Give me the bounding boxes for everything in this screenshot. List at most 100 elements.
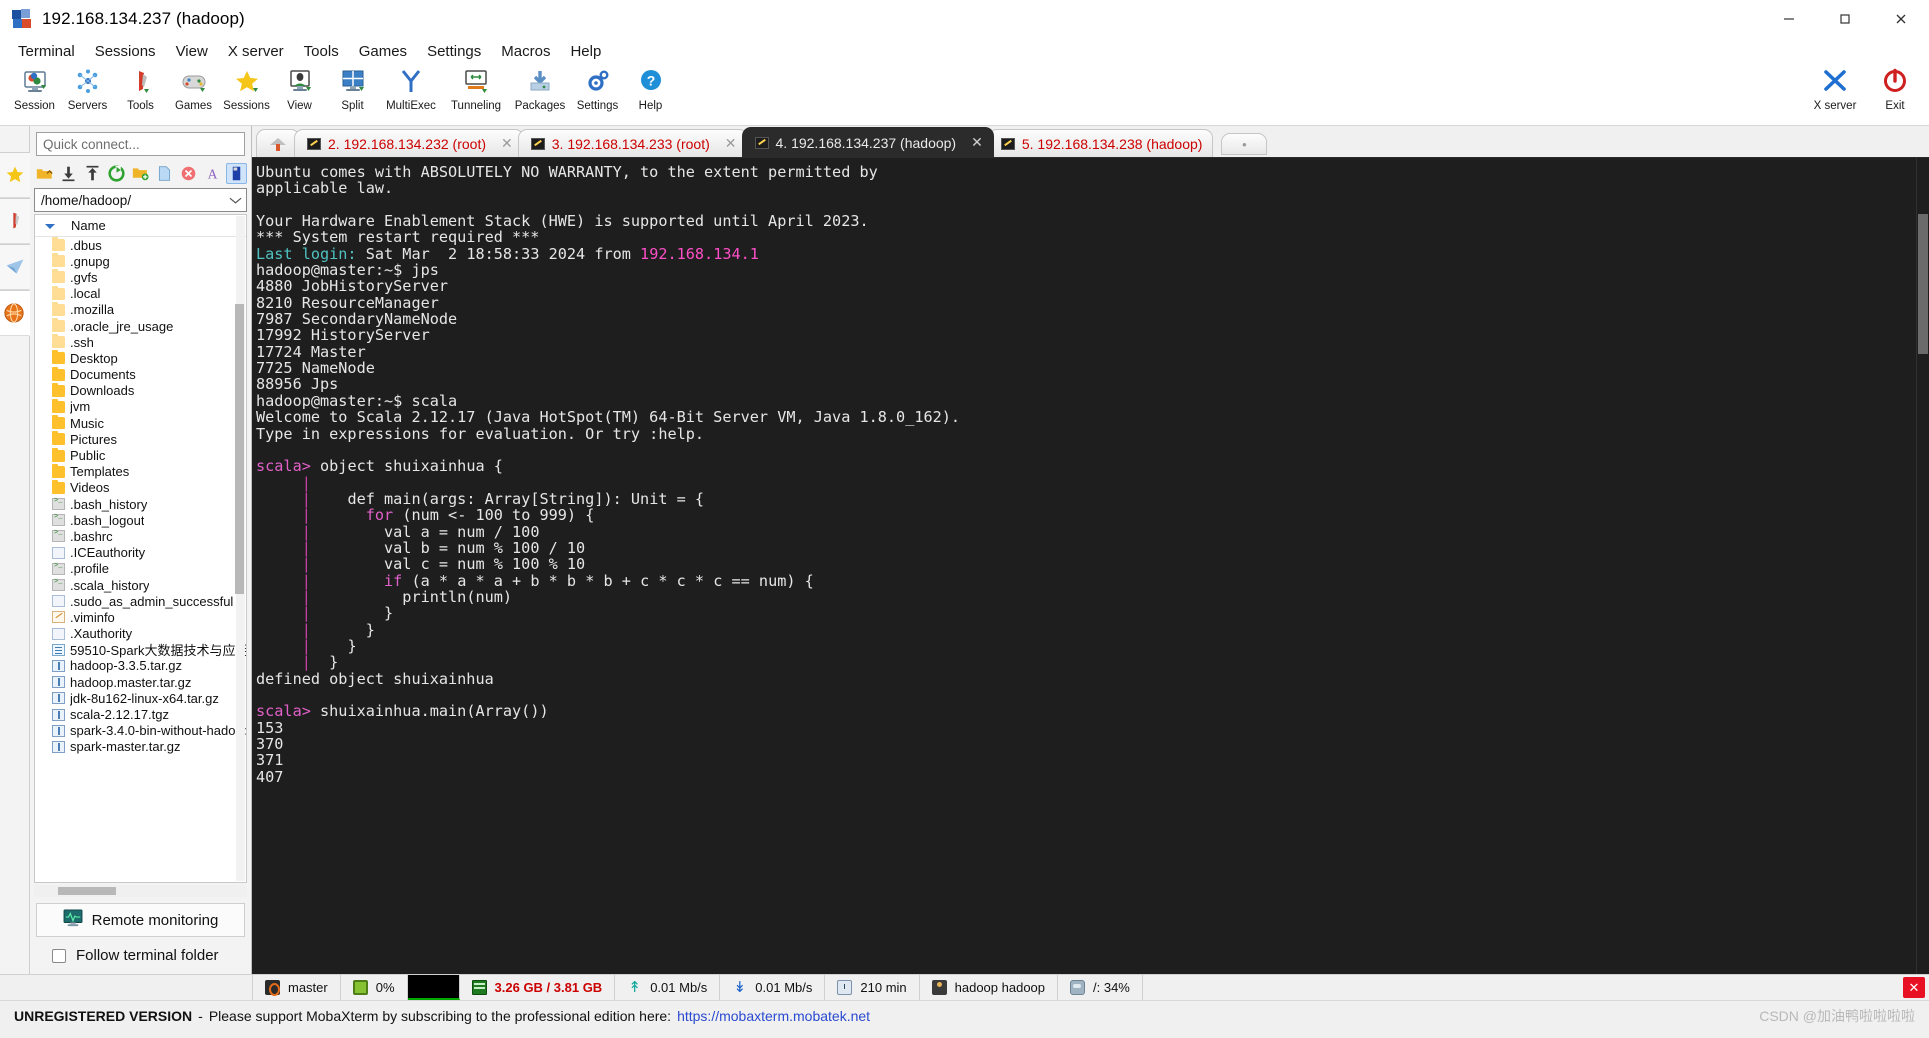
terminal-scrollbar[interactable] xyxy=(1916,158,1929,974)
toolbar-sessions-button[interactable]: Sessions xyxy=(220,64,273,124)
menu-x-server[interactable]: X server xyxy=(218,41,294,62)
toolbar-settings-button[interactable]: Settings xyxy=(571,64,624,124)
status-host[interactable]: master xyxy=(252,975,341,1000)
file-list-item[interactable]: .Xauthority xyxy=(35,626,246,642)
tab-session-2[interactable]: 2. 192.168.134.232 (root) ✕ xyxy=(294,129,524,157)
toolbar-tunneling-button[interactable]: Tunneling xyxy=(443,64,509,124)
tab-session-5[interactable]: 5. 192.168.134.238 (hadoop) xyxy=(988,129,1214,157)
path-bar[interactable]: /home/hadoop/ xyxy=(34,188,247,212)
file-list-item[interactable]: .mozilla xyxy=(35,302,246,318)
file-list-item[interactable]: spark-master.tar.gz xyxy=(35,739,246,755)
rail-tab-sftp[interactable] xyxy=(0,244,30,290)
maximize-button[interactable] xyxy=(1817,0,1873,38)
file-list-item[interactable]: Templates xyxy=(35,464,246,480)
follow-terminal-folder-row[interactable]: Follow terminal folder xyxy=(30,943,251,974)
file-list-item[interactable]: Pictures xyxy=(35,431,246,447)
file-list-item[interactable]: jvm xyxy=(35,399,246,415)
file-list-item[interactable]: Documents xyxy=(35,367,246,383)
toolbar-games-button[interactable]: Games xyxy=(167,64,220,124)
menu-tools[interactable]: Tools xyxy=(294,41,349,62)
tab-session-4[interactable]: 4. 192.168.134.237 (hadoop) ✕ xyxy=(742,127,994,157)
file-list-header[interactable]: Name xyxy=(35,215,246,237)
status-download[interactable]: ↡ 0.01 Mb/s xyxy=(720,975,825,1000)
new-tab-button[interactable]: • xyxy=(1221,133,1267,155)
file-list-scroll-thumb[interactable] xyxy=(235,304,244,594)
menu-sessions[interactable]: Sessions xyxy=(85,41,166,62)
file-list-item[interactable]: .dbus xyxy=(35,237,246,253)
file-list-item[interactable]: .profile xyxy=(35,561,246,577)
rail-tab-favorites[interactable] xyxy=(0,152,30,198)
new-file-icon[interactable] xyxy=(154,163,175,184)
file-list-item[interactable]: .gnupg xyxy=(35,253,246,269)
refresh-icon[interactable] xyxy=(106,163,127,184)
terminal-scroll-thumb[interactable] xyxy=(1918,214,1928,354)
toolbar-session-button[interactable]: Session xyxy=(8,64,61,124)
close-button[interactable] xyxy=(1873,0,1929,38)
toolbar-xserver-button[interactable]: X server xyxy=(1805,64,1865,124)
rail-tab-tools[interactable] xyxy=(0,198,30,244)
file-list-item[interactable]: .oracle_jre_usage xyxy=(35,318,246,334)
status-cpu[interactable]: 0% xyxy=(341,975,408,1000)
status-upload[interactable]: ↟ 0.01 Mb/s xyxy=(615,975,720,1000)
status-uptime[interactable]: 210 min xyxy=(825,975,919,1000)
rail-tab-browser[interactable] xyxy=(0,290,30,336)
mobaxterm-link[interactable]: https://mobaxterm.mobatek.net xyxy=(677,1008,870,1024)
upload-parent-folder-icon[interactable] xyxy=(34,163,55,184)
toolbar-help-button[interactable]: ? Help xyxy=(624,64,677,124)
menu-macros[interactable]: Macros xyxy=(491,41,560,62)
toolbar-servers-button[interactable]: Servers xyxy=(61,64,114,124)
status-disk[interactable]: /: 34% xyxy=(1058,975,1143,1000)
toolbar-split-button[interactable]: Split xyxy=(326,64,379,124)
close-icon[interactable]: ✕ xyxy=(725,135,737,152)
upload-icon[interactable] xyxy=(82,163,103,184)
file-list-item[interactable]: 59510-Spark大数据技术与应用 xyxy=(35,642,246,658)
file-list-item[interactable]: Downloads xyxy=(35,383,246,399)
terminal-output[interactable]: Ubuntu comes with ABSOLUTELY NO WARRANTY… xyxy=(252,158,1916,974)
toolbar-tools-button[interactable]: Tools xyxy=(114,64,167,124)
status-user[interactable]: hadoop hadoop xyxy=(920,975,1058,1000)
file-list-item[interactable]: .ICEauthority xyxy=(35,545,246,561)
text-mode-icon[interactable]: A xyxy=(202,163,223,184)
file-list-hscrollbar[interactable] xyxy=(34,885,247,897)
menu-settings[interactable]: Settings xyxy=(417,41,491,62)
file-list-item[interactable]: Videos xyxy=(35,480,246,496)
file-list-hscroll-thumb[interactable] xyxy=(58,887,116,895)
file-list-scrollbar[interactable] xyxy=(236,216,245,881)
file-list-item[interactable]: Public xyxy=(35,447,246,463)
chevron-down-icon[interactable] xyxy=(229,193,242,208)
file-list-item[interactable]: spark-3.4.0-bin-without-hadoop.t xyxy=(35,723,246,739)
file-list-item[interactable]: .sudo_as_admin_successful xyxy=(35,593,246,609)
file-list-item[interactable]: hadoop.master.tar.gz xyxy=(35,674,246,690)
file-list[interactable]: Name .dbus.gnupg.gvfs.local.mozilla.orac… xyxy=(34,214,247,883)
file-list-item[interactable]: .bashrc xyxy=(35,528,246,544)
minimize-button[interactable] xyxy=(1761,0,1817,38)
file-list-item[interactable]: scala-2.12.17.tgz xyxy=(35,706,246,722)
file-list-item[interactable]: .bash_history xyxy=(35,496,246,512)
file-list-item[interactable]: .local xyxy=(35,286,246,302)
new-folder-icon[interactable] xyxy=(130,163,151,184)
file-list-item[interactable]: Desktop xyxy=(35,350,246,366)
menu-help[interactable]: Help xyxy=(560,41,611,62)
file-list-item[interactable]: .bash_logout xyxy=(35,512,246,528)
file-list-item[interactable]: .ssh xyxy=(35,334,246,350)
toolbar-exit-button[interactable]: Exit xyxy=(1865,64,1925,124)
menu-terminal[interactable]: Terminal xyxy=(8,41,85,62)
menu-games[interactable]: Games xyxy=(349,41,417,62)
toolbar-view-button[interactable]: View xyxy=(273,64,326,124)
file-list-item[interactable]: .scala_history xyxy=(35,577,246,593)
toolbar-multiexec-button[interactable]: MultiExec xyxy=(379,64,443,124)
close-icon[interactable]: ✕ xyxy=(971,134,983,151)
close-icon[interactable]: ✕ xyxy=(501,135,513,152)
status-close-button[interactable]: ✕ xyxy=(1903,977,1925,998)
file-list-item[interactable]: hadoop-3.3.5.tar.gz xyxy=(35,658,246,674)
remote-monitoring-button[interactable]: Remote monitoring xyxy=(36,903,245,937)
menu-view[interactable]: View xyxy=(166,41,218,62)
delete-icon[interactable] xyxy=(178,163,199,184)
binary-mode-icon[interactable] xyxy=(226,163,247,184)
download-icon[interactable] xyxy=(58,163,79,184)
status-ram[interactable]: 3.26 GB / 3.81 GB xyxy=(460,975,616,1000)
follow-terminal-folder-checkbox[interactable] xyxy=(52,949,66,963)
file-list-item[interactable]: Music xyxy=(35,415,246,431)
tab-session-3[interactable]: 3. 192.168.134.233 (root) ✕ xyxy=(518,129,748,157)
file-list-item[interactable]: jdk-8u162-linux-x64.tar.gz xyxy=(35,690,246,706)
